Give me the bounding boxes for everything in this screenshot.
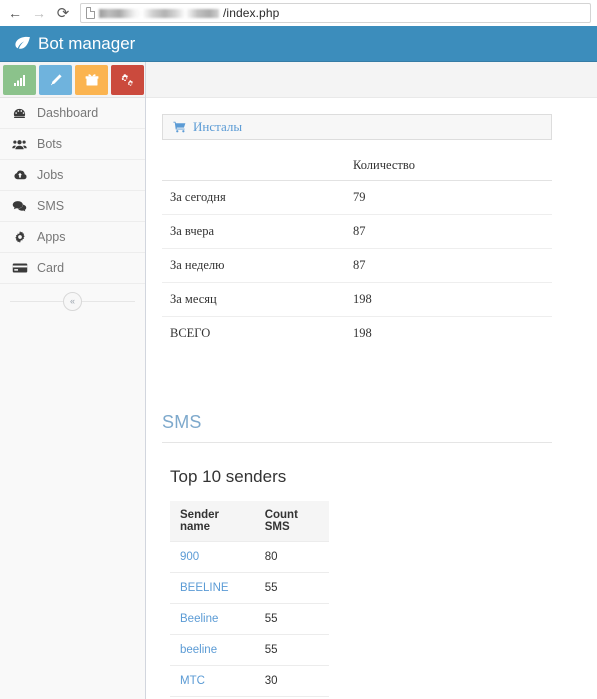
installs-row-count: 198 [353,326,372,340]
sidebar: Dashboard Bots Jobs SMS Apps Card « [0,62,146,699]
senders-col-name: Sender name [170,501,258,542]
installs-row-label: За месяц [162,282,345,317]
settings-button[interactable] [111,65,144,95]
installs-row-count: 79 [345,180,552,215]
app-body: Dashboard Bots Jobs SMS Apps Card « Инст… [0,62,597,699]
cloud-upload-icon [11,168,28,183]
senders-col-count: Count SMS [257,501,329,542]
credit-card-icon [11,261,28,275]
table-header-row: Количество [162,153,552,181]
brand[interactable]: Bot manager [14,34,135,54]
table-header-row: Sender name Count SMS [170,501,329,542]
top-senders-title: Top 10 senders [170,467,287,486]
brand-title: Bot manager [38,33,136,53]
box-icon [85,73,99,87]
sidebar-item-dashboard[interactable]: Dashboard [0,98,145,129]
sender-count: 80 [257,541,329,573]
installs-col-count: Количество [345,153,552,181]
sidebar-collapse-row: « [0,284,145,318]
table-row: За сегодня 79 [162,180,552,215]
apps-button[interactable] [75,65,108,95]
sidebar-item-sms[interactable]: SMS [0,191,145,222]
url-redacted-block [99,8,219,18]
sender-link[interactable]: 900 [180,551,199,563]
back-arrow-icon[interactable]: ← [4,2,26,24]
sender-count: 30 [257,665,329,697]
sidebar-item-bots[interactable]: Bots [0,129,145,160]
table-row: ВСЕГО 198 [162,317,552,351]
table-row: За неделю 87 [162,248,552,283]
sender-link[interactable]: MTC [180,675,205,687]
table-row: За месяц 198 [162,282,552,317]
installs-row-label: ВСЕГО [170,326,211,340]
installs-row-label: За вчера [162,214,345,249]
sms-section-title: SMS [162,412,202,432]
installs-row-label: За неделю [162,248,345,283]
installs-table-body: За сегодня 79 За вчера 87 За неделю 87 З… [162,180,552,351]
leaf-icon [14,35,31,52]
sidebar-item-label: Jobs [37,168,64,182]
installs-col-label [162,153,345,181]
content-top-strip [146,62,597,98]
chevron-double-left-icon[interactable]: « [63,291,82,311]
installs-row-count: 87 [345,248,552,283]
table-row: За вчера 87 [162,214,552,249]
quick-button-row [0,62,145,98]
sidebar-item-label: Bots [37,137,63,151]
installs-panel-header: Инсталы [162,114,552,140]
dashboard-icon [11,106,28,121]
stats-button[interactable] [3,65,36,95]
sender-count: 55 [257,634,329,666]
sidebar-item-apps[interactable]: Apps [0,222,145,253]
gear-icon [11,230,28,244]
sender-link[interactable]: beeline [180,644,217,656]
sender-link[interactable]: Beeline [180,613,218,625]
table-row: beeline 55 [170,634,329,666]
installs-table-head: Количество [162,153,552,181]
reload-icon[interactable]: ⟳ [52,2,74,24]
url-text: /index.php [223,6,280,20]
table-row: MTC 30 [170,665,329,697]
installs-row-count: 198 [345,282,552,317]
senders-table-body: 900 80 BEELINE 55 Beeline 55 beeline 55 … [170,541,329,699]
url-bar[interactable]: /index.php [80,3,591,23]
comments-icon [11,199,28,214]
sidebar-item-label: Apps [37,230,66,244]
edit-button[interactable] [39,65,72,95]
app-header: Bot manager [0,26,597,62]
sender-count: 55 [257,572,329,604]
sidebar-menu: Dashboard Bots Jobs SMS Apps Card [0,98,145,284]
sidebar-item-label: SMS [37,199,65,213]
bar-chart-icon [13,73,27,87]
installs-table: Количество За сегодня 79 За вчера 87 За … [162,153,552,350]
sidebar-item-label: Card [37,261,65,275]
shopping-cart-icon [173,121,186,133]
collapse-label: « [69,295,75,306]
sender-count: 55 [257,603,329,635]
forward-arrow-icon[interactable]: → [28,2,50,24]
sidebar-item-jobs[interactable]: Jobs [0,160,145,191]
installs-panel-title: Инсталы [193,119,243,134]
installs-row-count: 87 [345,214,552,249]
table-row: 900 80 [170,541,329,573]
table-row: BEELINE 55 [170,572,329,604]
senders-table-head: Sender name Count SMS [170,501,329,542]
sms-section: SMS Top 10 senders Sender name Count SMS… [162,412,552,699]
cogs-icon [120,73,135,88]
sender-link[interactable]: BEELINE [180,582,229,594]
main-content: Инсталы Количество За сегодня 79 За вчер… [146,62,597,699]
table-row: Beeline 55 [170,603,329,635]
sidebar-item-card[interactable]: Card [0,253,145,284]
installs-row-label: За сегодня [162,180,345,215]
divider [162,442,552,443]
pencil-icon [49,73,63,87]
sidebar-item-label: Dashboard [37,106,99,120]
top-senders-table: Sender name Count SMS 900 80 BEELINE 55 [170,501,329,699]
browser-toolbar: ← → ⟳ /index.php [0,0,597,26]
page-icon [86,7,95,19]
content-inner: Инсталы Количество За сегодня 79 За вчер… [146,98,597,699]
users-icon [11,137,28,152]
